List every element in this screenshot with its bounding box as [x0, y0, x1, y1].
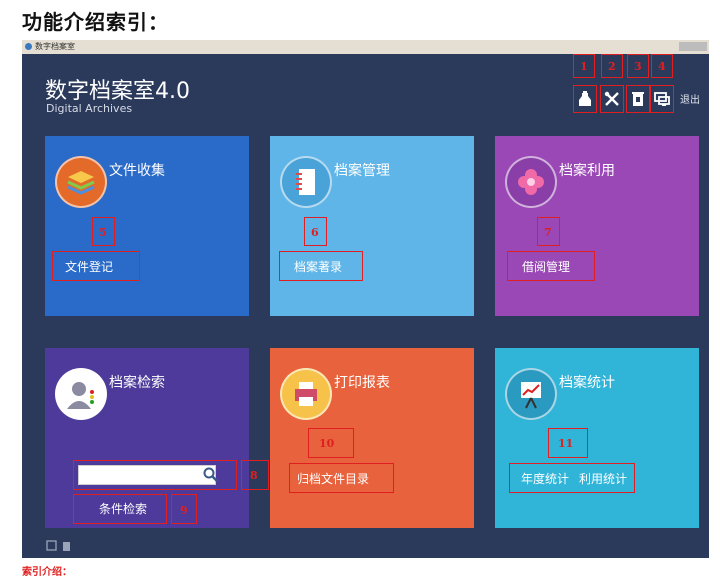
trash-icon[interactable] [627, 88, 649, 110]
window-titlebar-text: 数字档案室 [35, 42, 75, 51]
annotation-number-7: 7 [544, 226, 552, 239]
annotation-number-11: 11 [558, 437, 574, 450]
conditional-search-button[interactable]: 条件检索 [99, 500, 147, 517]
tile-file-collection[interactable]: 文件收集 5 文件登记 [45, 136, 249, 316]
monitor-icon[interactable] [651, 88, 673, 110]
file-registration-button[interactable]: 文件登记 [65, 258, 113, 275]
tile-print-reports[interactable]: 打印报表 10 归档文件目录 [270, 348, 474, 528]
annotation-number-4: 4 [658, 60, 666, 73]
annual-statistics-button[interactable]: 年度统计 [521, 470, 569, 487]
annotation-number-2: 2 [608, 60, 616, 73]
layers-icon [55, 156, 107, 208]
annotation-number-1: 1 [580, 60, 588, 73]
tile-archive-statistics[interactable]: 档案统计 11 年度统计 利用统计 [495, 348, 699, 528]
annotation-number-9: 9 [180, 504, 188, 517]
window-titlebar: 数字档案室 [22, 40, 709, 54]
borrowing-management-button[interactable]: 借阅管理 [522, 258, 570, 275]
ink-bottle-icon[interactable] [574, 88, 596, 110]
tile-archive-search[interactable]: 档案检索 8 条件检索 9 [45, 348, 269, 528]
tile-title-file-collection: 文件收集 [109, 163, 165, 179]
chart-board-icon [505, 368, 557, 420]
archive-file-catalog-button[interactable]: 归档文件目录 [297, 470, 369, 487]
tile-archive-utilization[interactable]: 档案利用 7 借阅管理 [495, 136, 699, 316]
printer-icon [280, 368, 332, 420]
annotation-number-6: 6 [311, 226, 319, 239]
document-heading: 功能介绍索引： [22, 10, 169, 34]
app-window: 数字档案室 数字档案室4.0 Digital Archives 1 2 3 4 … [22, 40, 709, 558]
annotation-number-5: 5 [99, 226, 107, 239]
app-window-icon [25, 43, 32, 50]
logout-button[interactable]: 退出 [680, 91, 700, 106]
search-input[interactable] [78, 465, 216, 485]
index-note: 索引介绍： [22, 567, 72, 578]
annotation-number-8: 8 [250, 469, 258, 482]
notebook-icon [280, 156, 332, 208]
flower-icon [505, 156, 557, 208]
tile-title-archive-utilization: 档案利用 [559, 163, 615, 179]
annotation-number-10: 10 [319, 437, 335, 450]
app-subtitle: Digital Archives [46, 102, 133, 115]
tile-title-print-reports: 打印报表 [334, 375, 390, 391]
annotation-number-3: 3 [634, 60, 642, 73]
archive-cataloging-button[interactable]: 档案著录 [294, 258, 342, 275]
tile-archive-management[interactable]: 档案管理 6 档案著录 [270, 136, 474, 316]
app-title: 数字档案室4.0 [45, 79, 190, 104]
tile-title-archive-management: 档案管理 [334, 163, 390, 179]
utilization-statistics-button[interactable]: 利用统计 [579, 470, 627, 487]
bottom-tool-icons[interactable] [46, 540, 76, 555]
search-icon[interactable] [203, 467, 219, 487]
tile-title-archive-search: 档案检索 [109, 375, 165, 391]
tools-icon[interactable] [601, 88, 623, 110]
user-icon [55, 368, 107, 420]
window-controls[interactable] [679, 42, 707, 51]
tile-title-archive-statistics: 档案统计 [559, 375, 615, 391]
